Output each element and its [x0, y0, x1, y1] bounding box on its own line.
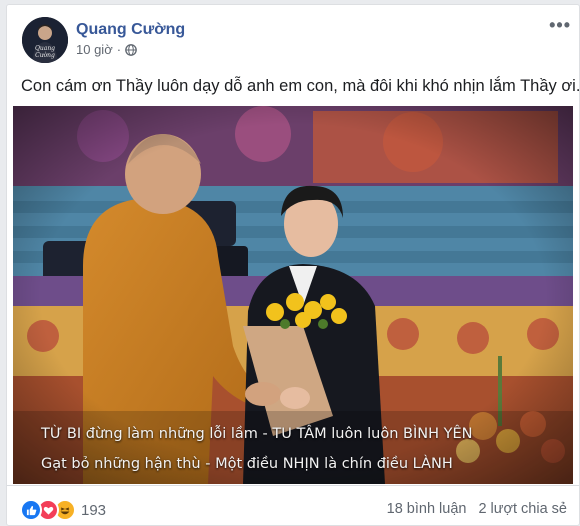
- post-footer: 193 18 bình luận 2 lượt chia sẻ: [7, 485, 579, 524]
- globe-icon[interactable]: [125, 43, 137, 56]
- post-caption: Con cám ơn Thầy luôn dạy dỗ anh em con, …: [21, 77, 580, 95]
- like-icon: [20, 499, 42, 521]
- meta-separator: ·: [116, 42, 122, 57]
- comments-count-link[interactable]: 18 bình luận: [387, 501, 467, 517]
- svg-text:Quang: Quang: [35, 45, 55, 52]
- reaction-count: 193: [81, 501, 107, 519]
- post-meta: 10 giờ ·: [76, 42, 137, 57]
- photo-subtitle-line2: Gạt bỏ những hận thù - Một điều NHỊN là …: [41, 456, 453, 472]
- post-stats: 18 bình luận 2 lượt chia sẻ: [387, 501, 567, 517]
- author-name[interactable]: Quang Cường: [76, 21, 185, 39]
- post-photo[interactable]: TỪ BI đừng làm những lỗi lầm - TU TÂM lu…: [13, 106, 573, 484]
- post-card: Quang Cường Quang Cường 10 giờ · ••• Con…: [6, 4, 580, 526]
- post-time[interactable]: 10 giờ: [76, 42, 113, 57]
- photo-subtitle-line1: TỪ BI đừng làm những lỗi lầm - TU TÂM lu…: [41, 426, 473, 442]
- more-options-button[interactable]: •••: [549, 15, 571, 36]
- shares-count-link[interactable]: 2 lượt chia sẻ: [478, 501, 567, 517]
- reactions-summary[interactable]: 193: [20, 499, 106, 521]
- svg-text:Cường: Cường: [35, 52, 55, 59]
- avatar[interactable]: Quang Cường: [22, 17, 68, 63]
